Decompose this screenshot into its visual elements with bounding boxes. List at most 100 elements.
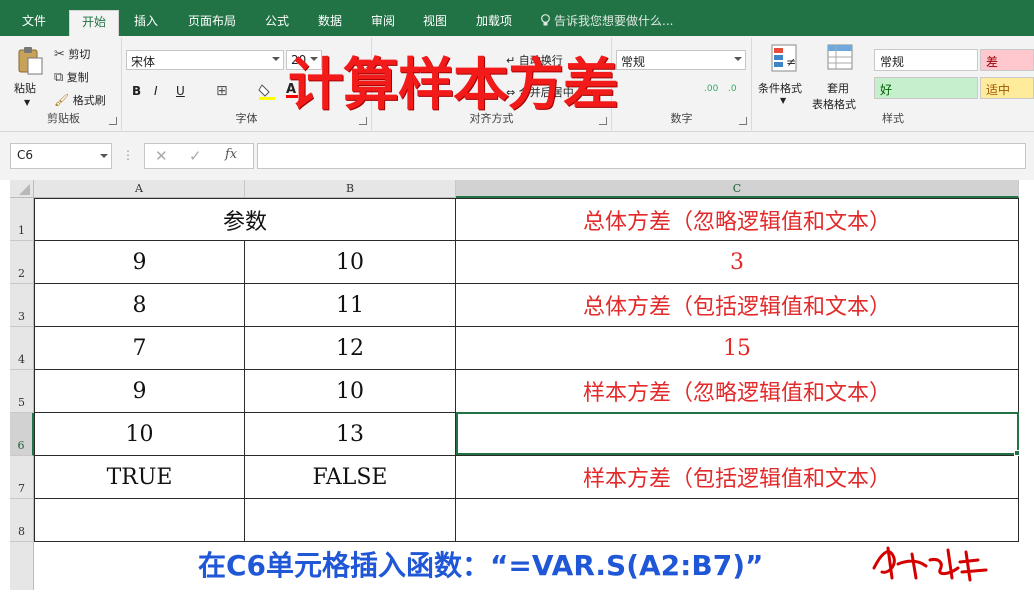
chevron-down-icon: [100, 154, 108, 158]
tab-review[interactable]: 审阅: [371, 12, 395, 29]
cell-a6[interactable]: 10: [35, 413, 245, 456]
row-header-3[interactable]: 3: [10, 284, 34, 327]
cell-b7[interactable]: FALSE: [245, 456, 456, 499]
number-format-select[interactable]: 常规: [616, 50, 746, 70]
style-neutral[interactable]: 适中: [980, 77, 1034, 99]
name-box[interactable]: C6: [10, 143, 112, 169]
name-box-value: C6: [17, 148, 34, 162]
underline-button[interactable]: U: [176, 84, 185, 98]
tab-formulas[interactable]: 公式: [265, 12, 289, 29]
paste-icon: [18, 47, 43, 75]
row-header-5[interactable]: 5: [10, 370, 34, 413]
row-number: 3: [18, 310, 25, 323]
column-header-c[interactable]: C: [456, 180, 1019, 198]
overlay-title: 计算样本方差: [288, 53, 619, 118]
italic-button[interactable]: I: [154, 84, 158, 98]
format-table-icon: [827, 44, 853, 70]
copy-button[interactable]: ⧉ 复制: [54, 69, 89, 85]
cell-c3[interactable]: 总体方差（包括逻辑值和文本）: [456, 284, 1019, 327]
row-header-7[interactable]: 7: [10, 456, 34, 499]
cell-a4[interactable]: 7: [35, 327, 245, 370]
row-header-2[interactable]: 2: [10, 241, 34, 284]
chevron-down-icon: ▼: [780, 96, 787, 105]
formula-buttons: ✕ ✓ fx: [144, 143, 254, 169]
conditional-format-button[interactable]: ≠ 条件格式 ▼: [758, 44, 812, 114]
cancel-icon[interactable]: ✕: [155, 147, 168, 165]
font-name-value: 宋体: [131, 55, 156, 69]
tell-me-text: 告诉我您想要做什么...: [554, 14, 674, 28]
row-header-6[interactable]: 6: [10, 413, 34, 456]
row-number: 5: [18, 396, 25, 409]
row-number: 7: [18, 482, 25, 495]
style-bad[interactable]: 差: [980, 49, 1034, 71]
worksheet: A B C 1 2 3 4 5 6 7 8 参数 总体方差（忽略逻辑值和文本） …: [10, 180, 1024, 590]
cell-b3[interactable]: 11: [245, 284, 456, 327]
styles-group-label: 样式: [882, 112, 904, 125]
row-header-1[interactable]: 1: [10, 198, 34, 241]
style-normal[interactable]: 常规: [874, 49, 978, 71]
cell-a2[interactable]: 9: [35, 241, 245, 284]
format-painter-button[interactable]: 🖌 格式刷: [54, 92, 106, 108]
tab-data[interactable]: 数据: [318, 12, 342, 29]
cell-a3[interactable]: 8: [35, 284, 245, 327]
copy-label: 复制: [66, 71, 89, 84]
cell-c8[interactable]: [456, 499, 1019, 542]
conditional-format-label: 条件格式: [758, 82, 802, 95]
tab-home[interactable]: 开始: [69, 10, 120, 36]
cell-a7[interactable]: TRUE: [35, 456, 245, 499]
column-header-a[interactable]: A: [34, 180, 245, 198]
cell-b4[interactable]: 12: [245, 327, 456, 370]
style-good[interactable]: 好: [874, 77, 978, 99]
cell-b5[interactable]: 10: [245, 370, 456, 413]
row-header-8[interactable]: 8: [10, 499, 34, 542]
brush-icon: 🖌: [54, 93, 70, 107]
column-header-b[interactable]: B: [245, 180, 456, 198]
cut-label: 剪切: [68, 48, 91, 61]
formula-input[interactable]: [257, 143, 1026, 169]
cell-c5[interactable]: 样本方差（忽略逻辑值和文本）: [456, 370, 1019, 413]
cell-c1[interactable]: 总体方差（忽略逻辑值和文本）: [456, 199, 1019, 241]
clipboard-group: 粘贴 ▼ ✂ 剪切 ⧉ 复制 🖌 格式刷 剪贴板: [6, 38, 122, 130]
format-as-table-button[interactable]: 套用 表格格式: [812, 44, 870, 114]
cell-b2[interactable]: 10: [245, 241, 456, 284]
conditional-format-icon: ≠: [771, 44, 797, 72]
font-name-select[interactable]: 宋体: [126, 50, 284, 70]
decrease-decimal-button[interactable]: .0: [728, 84, 737, 94]
tab-page-layout[interactable]: 页面布局: [188, 12, 236, 29]
cell-c4[interactable]: 15: [456, 327, 1019, 370]
number-launcher-icon[interactable]: [739, 117, 747, 125]
tab-file[interactable]: 文件: [22, 12, 46, 29]
fill-handle[interactable]: [1014, 450, 1020, 456]
lightbulb-icon: [541, 14, 550, 26]
formula-bar: C6 ⋮ ✕ ✓ fx: [0, 132, 1034, 180]
fill-color-icon[interactable]: [258, 82, 276, 100]
cell-a1-merged[interactable]: 参数: [35, 199, 456, 241]
cell-b8[interactable]: [245, 499, 456, 542]
row-number: 6: [17, 439, 25, 452]
splitter-icon[interactable]: ⋮: [122, 148, 134, 162]
tab-addins[interactable]: 加载项: [476, 12, 512, 29]
tab-view[interactable]: 视图: [423, 12, 447, 29]
increase-decimal-button[interactable]: .00: [704, 84, 718, 94]
cell-a8[interactable]: [35, 499, 245, 542]
row-header-4[interactable]: 4: [10, 327, 34, 370]
cell-c7[interactable]: 样本方差（包括逻辑值和文本）: [456, 456, 1019, 499]
tell-me-search[interactable]: 告诉我您想要做什么...: [540, 12, 673, 29]
insert-function-icon[interactable]: fx: [225, 147, 237, 162]
cut-button[interactable]: ✂ 剪切: [54, 46, 90, 62]
cell-b6[interactable]: 13: [245, 413, 456, 456]
borders-icon[interactable]: ⊞: [216, 83, 228, 99]
format-painter-label: 格式刷: [72, 94, 106, 107]
scissors-icon: ✂: [54, 47, 65, 62]
decrease-decimal-label: .0: [728, 84, 737, 94]
number-group: 常规 .00 .0 数字: [612, 38, 752, 130]
clipboard-launcher-icon[interactable]: [109, 117, 117, 125]
number-format-value: 常规: [621, 55, 646, 69]
bold-button[interactable]: B: [132, 84, 141, 98]
cell-a5[interactable]: 9: [35, 370, 245, 413]
cell-c2[interactable]: 3: [456, 241, 1019, 284]
tab-insert[interactable]: 插入: [134, 12, 158, 29]
paste-button[interactable]: 粘贴 ▼: [12, 46, 48, 108]
enter-icon[interactable]: ✓: [189, 147, 202, 165]
select-all-corner[interactable]: [10, 180, 34, 198]
